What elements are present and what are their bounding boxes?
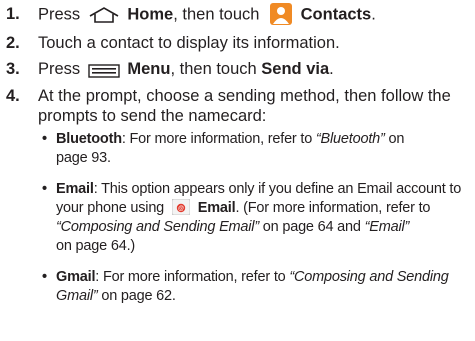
composing-gmail-link[interactable]: “Composing and Sending bbox=[289, 269, 448, 285]
menu-icon bbox=[88, 63, 120, 78]
home-icon bbox=[88, 7, 120, 23]
step-number: 1. bbox=[6, 5, 20, 23]
bluetooth-link[interactable]: “Bluetooth” bbox=[316, 131, 385, 147]
email-icon: @ bbox=[171, 198, 191, 216]
svg-text:@: @ bbox=[178, 206, 184, 212]
contacts-icon bbox=[270, 3, 293, 25]
email-link[interactable]: “Email” bbox=[365, 219, 410, 235]
step-number: 3. bbox=[6, 60, 20, 78]
step-number: 4. bbox=[6, 87, 20, 105]
step-number: 2. bbox=[6, 34, 20, 52]
composing-gmail-link-cont[interactable]: Gmail” bbox=[56, 288, 98, 304]
composing-email-link[interactable]: “Composing and Sending Email” bbox=[56, 219, 259, 235]
